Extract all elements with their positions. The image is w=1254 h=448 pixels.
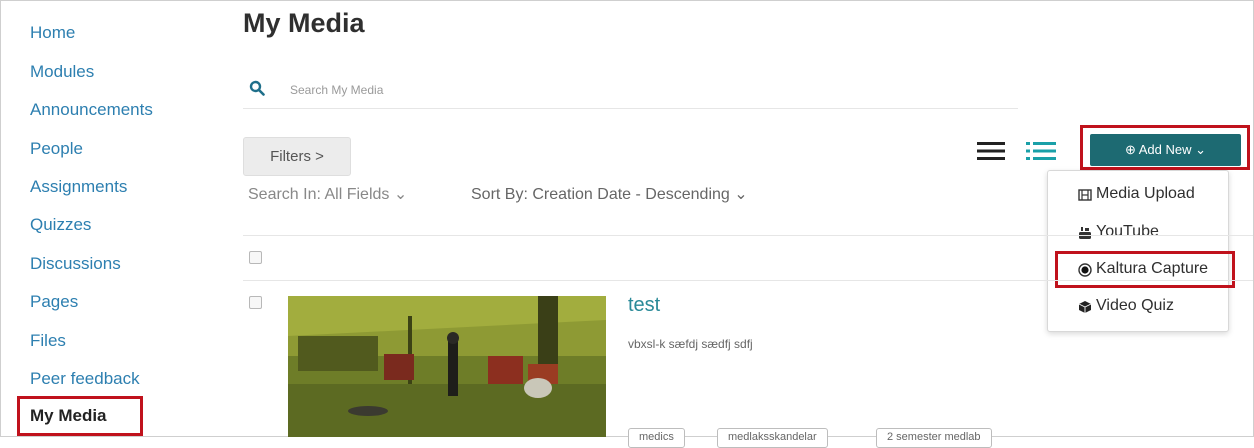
search-input[interactable] [288,78,892,102]
sidebar-item-home[interactable]: Home [30,23,75,43]
search-icon[interactable] [249,80,265,96]
add-new-button[interactable]: ⊕ Add New ⌄ [1090,134,1241,166]
sidebar-item-people[interactable]: People [30,139,83,159]
film-icon [1078,189,1092,201]
entry-tag[interactable]: medics [628,428,685,448]
select-all-checkbox[interactable] [249,251,262,264]
course-sidebar: Home Modules Announcements People Assign… [0,0,195,437]
kaltura-capture-highlight [1055,251,1235,288]
list-divider [243,280,1253,281]
menu-item-video-quiz[interactable]: Video Quiz [1078,297,1174,315]
youtube-icon [1079,227,1091,239]
search-in-dropdown[interactable]: Search In: All Fields ⌄ [248,184,407,204]
entry-description: vbxsl-k sæfdj sædfj sdfj [628,337,753,351]
sidebar-item-discussions[interactable]: Discussions [30,254,121,274]
sidebar-item-files[interactable]: Files [30,331,66,351]
entry-tag[interactable]: 2 semester medlab [876,428,992,448]
list-divider [243,235,1253,236]
entry-thumbnail[interactable] [288,296,606,437]
gym-scene-image [288,296,606,437]
sidebar-item-pages[interactable]: Pages [30,292,78,312]
menu-item-youtube[interactable]: YouTube [1079,223,1159,241]
sidebar-item-modules[interactable]: Modules [30,62,94,82]
detailed-view-icon[interactable] [1024,139,1058,163]
menu-item-label: Media Upload [1096,185,1195,202]
list-view-icon[interactable] [975,139,1007,163]
menu-item-label: YouTube [1096,223,1159,240]
entry-checkbox[interactable] [249,296,262,309]
entry-title[interactable]: test [628,294,660,317]
sort-by-dropdown[interactable]: Sort By: Creation Date - Descending ⌄ [471,184,748,204]
sidebar-item-peer-feedback[interactable]: Peer feedback [30,369,140,389]
sidebar-item-assignments[interactable]: Assignments [30,177,127,197]
sidebar-item-announcements[interactable]: Announcements [30,100,153,120]
cube-icon [1078,301,1092,313]
filters-button[interactable]: Filters > [243,137,351,176]
menu-item-label: Video Quiz [1096,297,1174,314]
page-title: My Media [243,8,365,38]
sidebar-item-quizzes[interactable]: Quizzes [30,215,91,235]
entry-tag[interactable]: medlaksskandelar [717,428,828,448]
search-bar [243,70,1018,109]
sidebar-item-my-media[interactable]: My Media [17,396,143,436]
menu-item-media-upload[interactable]: Media Upload [1078,185,1195,203]
